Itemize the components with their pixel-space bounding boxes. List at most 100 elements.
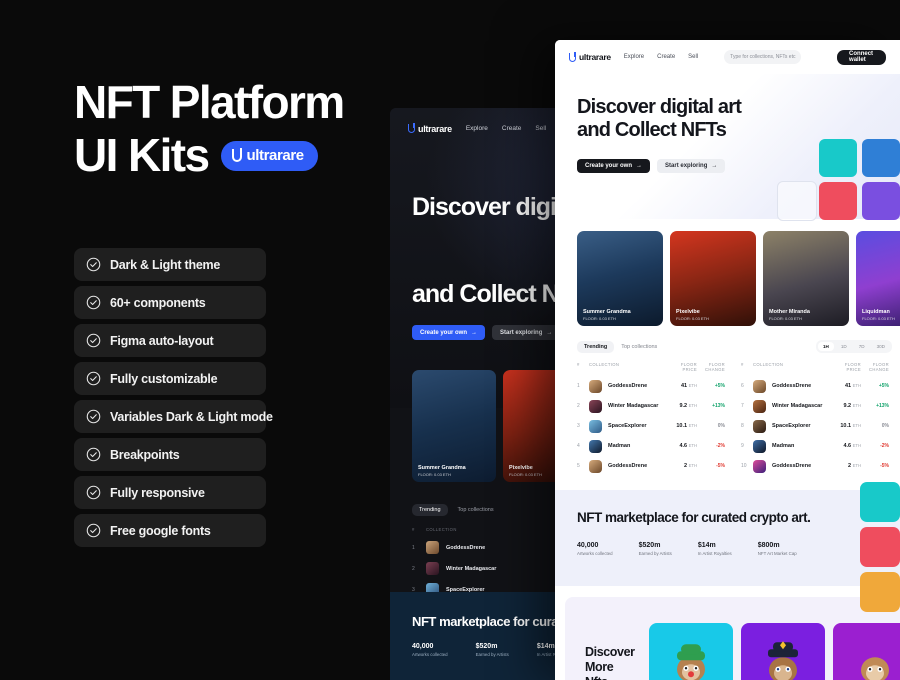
check-circle-icon: [86, 523, 101, 538]
avatar: [589, 439, 602, 453]
row-price: 41 ETH: [831, 383, 861, 389]
dark-nft-card-name: Pixelvibe: [509, 465, 533, 471]
dark-nav-create[interactable]: Create: [502, 125, 522, 132]
feature-label: 60+ components: [110, 295, 206, 310]
dark-stat-label: Earned by Artists: [475, 652, 509, 657]
row-name: Winter Madagascar: [772, 403, 823, 409]
feature-label: Dark & Light theme: [110, 257, 221, 272]
light-stat-label: Artworks collected: [577, 551, 613, 556]
row-rank: 9: [741, 443, 744, 449]
table-row[interactable]: 2 Winter Madagascar 9.2 ETH +13%: [577, 396, 725, 416]
light-table-left-column: # COLLECTION FLOOR PRICE FLOOR CHANGE 1 …: [577, 362, 725, 476]
discover-nft-card[interactable]: [648, 623, 733, 680]
row-price-unit: ETH: [688, 443, 697, 448]
row-name: SpaceExplorer: [608, 423, 647, 429]
light-th-floor-price: FLOOR PRICE: [844, 362, 861, 372]
check-circle-icon: [86, 447, 101, 462]
light-tab-trending[interactable]: Trending: [577, 340, 615, 353]
dark-stat-value: 40,000: [412, 643, 434, 650]
light-logo-label: ultrarare: [579, 52, 611, 62]
light-nft-card[interactable]: Liquidman FLOOR: 0.03 ETH: [856, 231, 900, 326]
stat-item: $800m NFT Art Market Cap: [758, 542, 797, 556]
promo-avatar[interactable]: [860, 527, 900, 567]
row-price-unit: ETH: [688, 423, 697, 428]
table-row[interactable]: 7 Winter Madagascar 9.2 ETH +13%: [741, 396, 889, 416]
light-nft-card[interactable]: Pixelvibe FLOOR: 0.03 ETH: [670, 231, 756, 326]
light-logo[interactable]: ultrarare: [569, 51, 611, 62]
light-nft-card-floor: FLOOR: 0.03 ETH: [676, 316, 709, 321]
avatar[interactable]: [819, 139, 857, 177]
discover-nft-card[interactable]: [740, 623, 825, 680]
row-name: SpaceExplorer: [772, 423, 811, 429]
time-filter-1d[interactable]: 1D: [836, 342, 852, 351]
light-create-your-own-button[interactable]: Create your own →: [577, 159, 651, 173]
table-row[interactable]: 10 GoddessDrene 2 ETH -5%: [741, 456, 889, 476]
row-price-unit: ETH: [688, 463, 697, 468]
light-search-input[interactable]: Type for collections, NFTs etc: [724, 50, 802, 64]
avatar: [753, 459, 766, 473]
promo-avatar[interactable]: [860, 572, 900, 612]
row-price: 4.6 ETH: [831, 443, 861, 449]
row-name: Winter Madagascar: [608, 403, 659, 409]
table-row[interactable]: 9 Madman 4.6 ETH -2%: [741, 436, 889, 456]
row-price-value: 10.1: [840, 423, 852, 429]
promo-title-line1: NFT Platform: [74, 76, 345, 128]
discover-title-line2: Nfts: [585, 675, 608, 680]
table-row[interactable]: 8 SpaceExplorer 10.1 ETH 0%: [741, 416, 889, 436]
dark-nav-explore[interactable]: Explore: [466, 125, 488, 132]
time-filter-30d[interactable]: 30D: [872, 342, 890, 351]
stat-item: $520m Earned by Artists: [476, 643, 509, 657]
ultrarare-logo-icon: [408, 123, 415, 133]
light-nft-card[interactable]: Summer Grandma FLOOR: 0.03 ETH: [577, 231, 663, 326]
light-start-exploring-button[interactable]: Start exploring →: [657, 159, 726, 173]
stat-item: 40,000 Artworks collected: [412, 643, 448, 657]
time-filter-1h[interactable]: 1H: [817, 342, 834, 351]
dark-logo[interactable]: ultrarare: [408, 123, 452, 134]
check-circle-icon: [86, 485, 101, 500]
connect-wallet-button[interactable]: Connect wallet: [837, 49, 886, 65]
feature-label: Figma auto-layout: [110, 333, 214, 348]
discover-title: Discover More Nfts: [585, 645, 635, 680]
light-nft-card[interactable]: Mother Miranda FLOOR: 0.03 ETH: [763, 231, 849, 326]
dark-nft-card-meta: Summer Grandma FLOOR: 0.03 ETH: [418, 465, 466, 477]
row-price-value: 9.2: [679, 403, 688, 409]
promo-avatar[interactable]: [860, 482, 900, 522]
hero-placeholder-card: [777, 181, 817, 221]
avatar[interactable]: [862, 139, 900, 177]
row-rank: 1: [577, 383, 580, 389]
dark-nft-card[interactable]: Summer Grandma FLOOR: 0.03 ETH: [412, 370, 496, 482]
discover-nft-card[interactable]: [832, 623, 900, 680]
table-row[interactable]: 4 Madman 4.6 ETH -2%: [577, 436, 725, 456]
table-row[interactable]: 5 GoddessDrene 2 ETH -5%: [577, 456, 725, 476]
row-price-unit: ETH: [852, 463, 861, 468]
dark-start-exploring-button[interactable]: Start exploring →: [492, 325, 561, 340]
light-stat-value: $520m: [638, 542, 661, 549]
hero-avatar-grid: [819, 139, 900, 220]
row-name: GoddessDrene: [608, 463, 648, 469]
light-th-rank: #: [577, 362, 580, 367]
check-circle-icon: [86, 371, 101, 386]
light-table-header: # COLLECTION FLOOR PRICE FLOOR CHANGE: [577, 362, 725, 376]
monkey-avatar-icon: [767, 641, 798, 680]
light-nav-explore[interactable]: Explore: [624, 54, 644, 60]
table-row[interactable]: 1 GoddessDrene 41 ETH +5%: [577, 376, 725, 396]
ultrarare-logo-icon: [569, 51, 576, 62]
dark-logo-label: ultrarare: [418, 123, 452, 134]
dark-tab-top-collections[interactable]: Top collections: [451, 504, 501, 516]
avatar[interactable]: [819, 182, 857, 220]
row-change: -5%: [880, 463, 889, 469]
light-tab-top-collections[interactable]: Top collections: [614, 341, 664, 353]
dark-tab-trending[interactable]: Trending: [412, 504, 448, 516]
light-nav-sell[interactable]: Sell: [688, 54, 698, 60]
light-nav-create[interactable]: Create: [657, 54, 675, 60]
dark-create-your-own-button[interactable]: Create your own →: [412, 325, 486, 340]
table-row[interactable]: 3 SpaceExplorer 10.1 ETH 0%: [577, 416, 725, 436]
table-row[interactable]: 6 GoddessDrene 41 ETH +5%: [741, 376, 889, 396]
time-filter-7d[interactable]: 7D: [854, 342, 870, 351]
avatar: [589, 379, 602, 393]
check-circle-icon: [86, 333, 101, 348]
avatar[interactable]: [862, 182, 900, 220]
dark-stat-value: $520m: [475, 643, 498, 650]
screenshot-root: NFT Platform UI Kits ultrarare Dark & Li…: [0, 0, 900, 680]
dark-nav-sell[interactable]: Sell: [535, 125, 546, 132]
